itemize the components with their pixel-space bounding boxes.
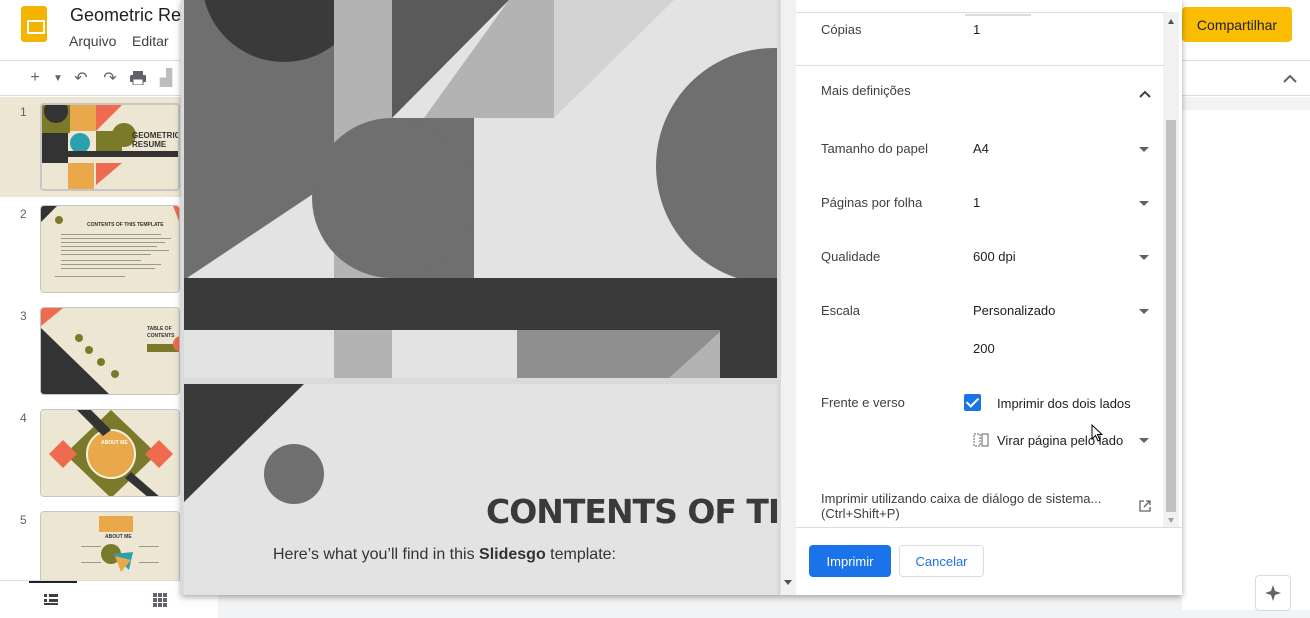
preview-subtitle-text-end: template: [545,546,616,563]
preview-scrollbar[interactable] [781,0,796,595]
copies-label: Cópias [821,22,862,37]
paper-size-select[interactable]: A4 [973,141,989,156]
new-slide-icon[interactable]: + [24,67,46,89]
open-in-new-icon[interactable] [1139,499,1151,517]
grid-view-icon[interactable] [153,593,167,612]
divider [796,65,1164,66]
slide-thumbnail-title: CONTENTS OF THIS TEMPLATE [87,222,164,228]
explore-button[interactable] [1255,575,1291,611]
pages-per-sheet-label: Páginas por folha [821,195,923,210]
system-dialog-link[interactable]: Imprimir utilizando caixa de diálogo de … [821,491,1101,506]
divider [796,527,1182,528]
paint-format-icon[interactable]: ▟ [155,67,177,89]
document-title[interactable]: Geometric Re [70,5,181,26]
slide-thumbnail-title: ABOUT ME [101,440,128,446]
slide-number: 5 [20,513,27,527]
filmstrip-slide-2[interactable]: 2 CONTENTS OF THIS TEMPLATE [0,199,180,299]
flip-page-select[interactable]: Virar página pelo lado [997,433,1123,448]
redo-icon[interactable]: ↷ [99,67,121,89]
slide-thumbnail-title: TABLE OF CONTENTS [147,326,175,339]
print-dialog: CONTENTS OF THIS TI Here’s what you’ll f… [181,0,1182,595]
scroll-up-arrow-icon[interactable] [1168,19,1174,24]
scale-label: Escala [821,303,861,318]
menu-editar[interactable]: Editar [132,33,169,49]
settings-scrollbar-thumb[interactable] [1166,120,1176,512]
filmstrip-slide-4[interactable]: 4 ABOUT ME [0,403,180,503]
duplex-checkbox[interactable] [964,394,981,411]
print-icon[interactable] [127,67,149,89]
slides-logo-icon[interactable] [21,6,47,42]
collapse-toolbar-icon[interactable] [1279,67,1301,89]
mouse-cursor-icon [1091,423,1104,447]
filmstrip-slide-3[interactable]: 3 TABLE OF CONTENTS [0,301,180,401]
slide-thumbnail[interactable]: ABOUT ME [40,511,180,581]
scale-dropdown-icon[interactable] [1139,309,1149,314]
preview-subtitle-brand: Slidesgo [479,546,546,563]
pages-per-sheet-select[interactable]: 1 [973,195,980,210]
slide-number: 4 [20,411,27,425]
print-preview: CONTENTS OF THIS TI Here’s what you’ll f… [181,0,796,595]
preview-slide-heading: CONTENTS OF THIS TI [486,492,777,531]
slide-thumbnail-title: ABOUT ME [105,534,132,540]
slide-number: 2 [20,207,27,221]
filmstrip-view-active-indicator [29,581,77,583]
flip-page-icon [973,433,989,452]
scroll-down-arrow-icon[interactable] [1168,518,1174,523]
preview-page-2: CONTENTS OF THIS TI Here’s what you’ll f… [184,384,777,595]
slide-thumbnail[interactable]: TABLE OF CONTENTS [40,307,180,395]
print-button[interactable]: Imprimir [809,545,891,577]
system-dialog-shortcut: (Ctrl+Shift+P) [821,506,900,521]
filmstrip-view-icon[interactable] [44,593,58,611]
preview-slide-subtitle: Here’s what you’ll find in this Slidesgo… [273,546,616,564]
share-button[interactable]: Compartilhar [1182,7,1292,42]
duplex-checkbox-label[interactable]: Imprimir dos dois lados [997,396,1131,411]
copies-input[interactable]: 1 [973,22,980,37]
undo-icon[interactable]: ↶ [70,67,92,89]
divider [796,12,1166,13]
preview-page-1 [184,0,777,378]
filmstrip-slide-1[interactable]: 1 GEOMETRIC RESUME [0,97,181,197]
slide-thumbnail-title: GEOMETRIC RESUME [132,131,180,149]
copies-input-underline [965,14,1031,16]
cancel-button[interactable]: Cancelar [899,545,984,577]
paper-size-dropdown-icon[interactable] [1139,147,1149,152]
slide-thumbnail[interactable]: GEOMETRIC RESUME [40,103,180,191]
scroll-down-arrow-icon[interactable] [784,580,792,585]
slide-number: 1 [20,105,27,119]
slide-canvas [1182,110,1310,610]
menu-arquivo[interactable]: Arquivo [69,33,116,49]
slide-thumbnail[interactable]: ABOUT ME [40,409,180,497]
preview-subtitle-text: Here’s what you’ll find in this [273,546,480,563]
quality-select[interactable]: 600 dpi [973,249,1016,264]
slide-thumbnail[interactable]: CONTENTS OF THIS TEMPLATE [40,205,180,293]
quality-label: Qualidade [821,249,881,264]
scale-select[interactable]: Personalizado [973,303,1055,318]
slide-number: 3 [20,309,27,323]
paper-size-label: Tamanho do papel [821,141,928,156]
pages-per-sheet-dropdown-icon[interactable] [1139,201,1149,206]
scale-custom-input[interactable]: 200 [973,341,995,356]
new-slide-dropdown-icon[interactable]: ▼ [47,67,69,89]
chevron-up-icon[interactable] [1139,85,1151,103]
flip-page-dropdown-icon[interactable] [1139,438,1149,443]
more-settings-label[interactable]: Mais definições [821,83,911,98]
quality-dropdown-icon[interactable] [1139,255,1149,260]
duplex-label: Frente e verso [821,395,905,410]
explore-icon [1265,585,1281,601]
print-settings-pane: Cópias 1 Mais definições Tamanho do pape… [796,0,1182,595]
